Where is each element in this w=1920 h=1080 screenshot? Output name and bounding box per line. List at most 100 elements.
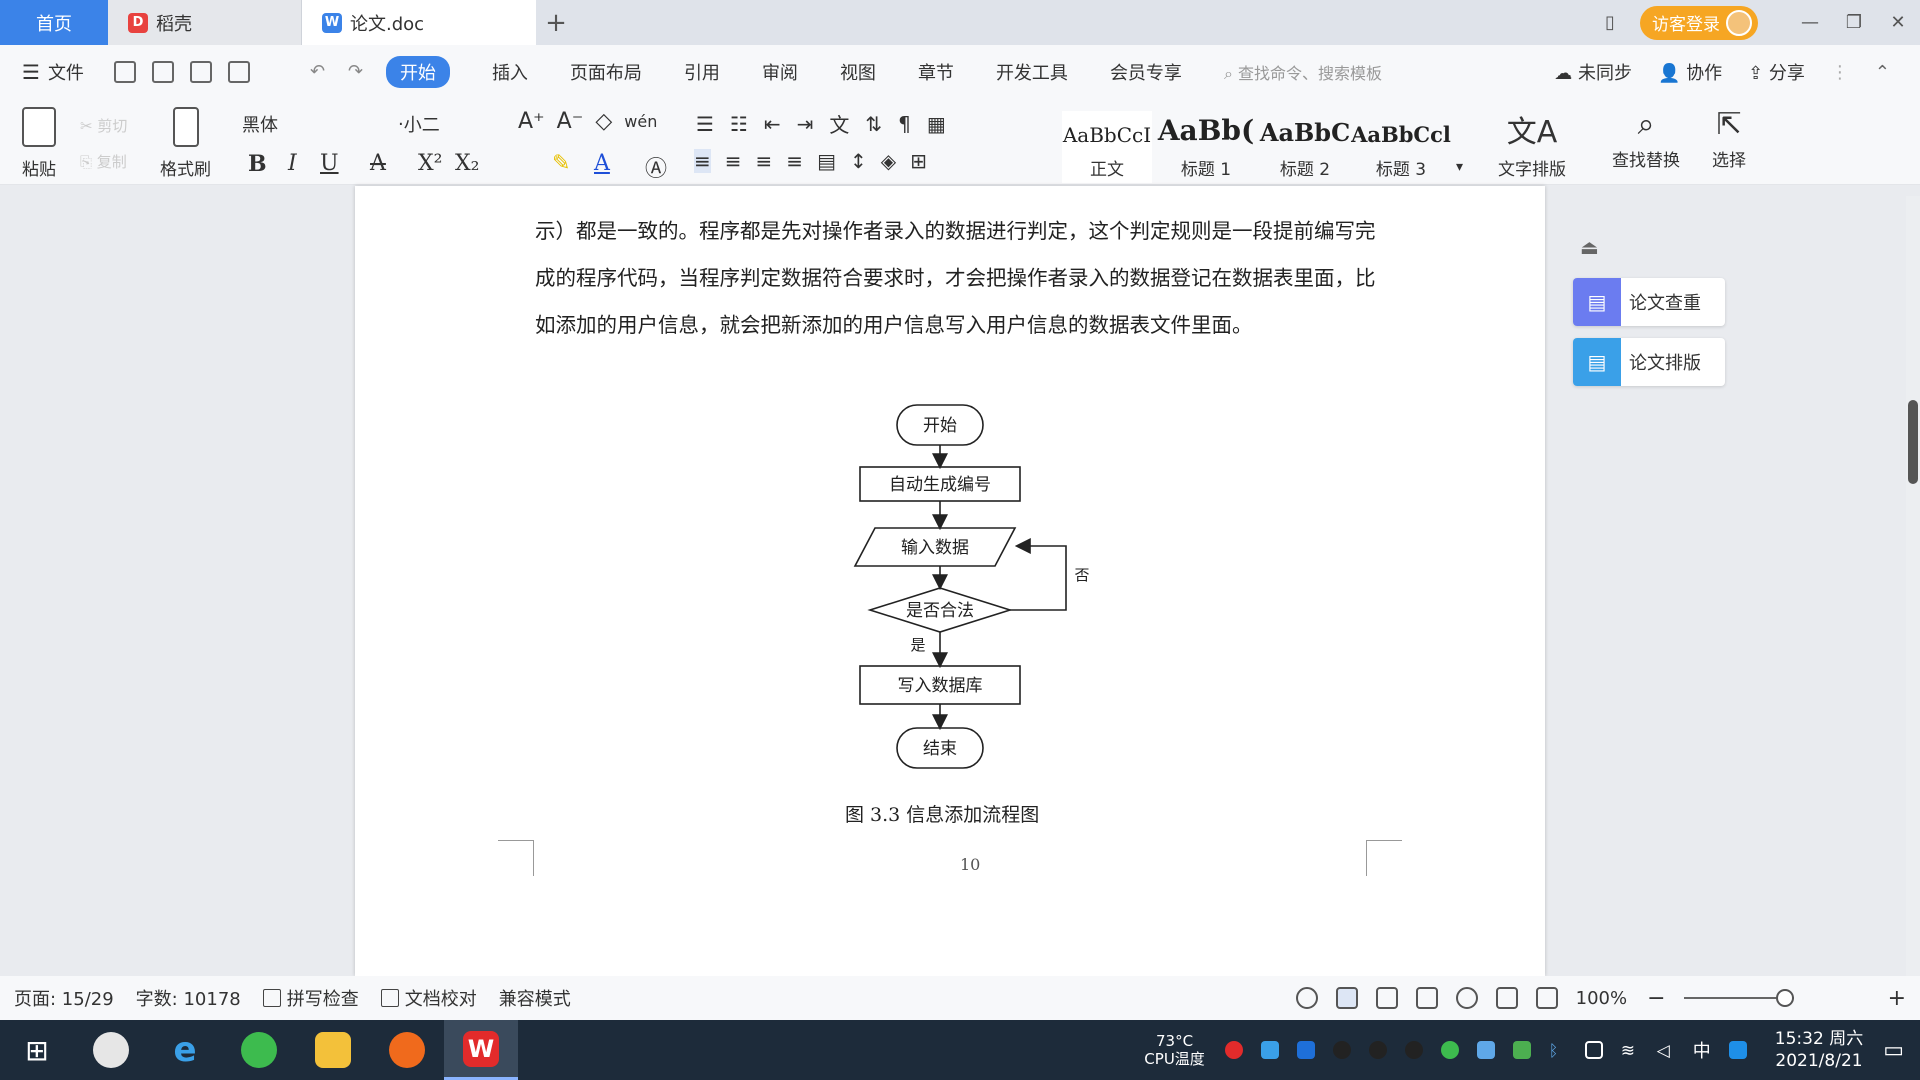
menu-insert[interactable]: 插入 — [492, 59, 528, 85]
sync-status[interactable]: ☁ 未同步 — [1554, 59, 1632, 85]
redo-icon[interactable]: ↷ — [348, 61, 370, 83]
write-mode-icon[interactable] — [1495, 987, 1518, 1009]
print-preview-icon[interactable] — [227, 61, 250, 83]
clear-format-icon[interactable]: ◇ — [595, 109, 612, 134]
char-border-icon[interactable]: Ⓐ — [645, 151, 667, 183]
show-marks-icon[interactable]: ¶ — [898, 112, 911, 136]
taskbar-app-media[interactable] — [370, 1020, 444, 1080]
decrease-indent-icon[interactable]: ⇤ — [764, 112, 781, 136]
find-replace-button[interactable]: ⌕ 查找替换 — [1612, 107, 1680, 171]
tab-document[interactable]: W 论文.doc — [302, 0, 536, 45]
export-pdf-icon[interactable] — [151, 61, 174, 83]
word-count[interactable]: 字数: 10178 — [136, 985, 241, 1011]
tray-shield-icon[interactable] — [1296, 1041, 1315, 1059]
distribute-icon[interactable]: ▤ — [817, 149, 836, 173]
strikethrough-icon[interactable]: A — [370, 151, 386, 176]
style-heading-3[interactable]: AaBbCcl 标题 3 — [1351, 111, 1451, 183]
tab-daoke[interactable]: D 稻壳 — [108, 0, 302, 45]
increase-indent-icon[interactable]: ⇥ — [797, 112, 814, 136]
menu-view[interactable]: 视图 — [840, 59, 876, 85]
line-spacing-icon[interactable]: ↕ — [850, 149, 867, 173]
taskbar-app-explorer[interactable] — [296, 1020, 370, 1080]
format-painter-button[interactable]: 格式刷 — [160, 107, 211, 180]
menu-chapter[interactable]: 章节 — [918, 59, 954, 85]
undo-icon[interactable]: ↶ — [310, 61, 332, 83]
bullet-list-icon[interactable]: ☰ — [696, 112, 714, 136]
tray-app-icon[interactable] — [1224, 1041, 1243, 1059]
command-search[interactable]: ⌕ 查找命令、搜索模板 — [1224, 60, 1382, 84]
styles-more-icon[interactable]: ▾ — [1456, 159, 1463, 175]
reading-view-icon[interactable] — [1415, 987, 1438, 1009]
notification-icon[interactable]: ▭ — [1883, 1038, 1904, 1063]
scrollbar-thumb[interactable] — [1908, 400, 1918, 484]
spell-check-toggle[interactable]: 拼写检查 — [262, 985, 359, 1011]
highlight-icon[interactable]: ✎ — [552, 151, 570, 176]
copy-button[interactable]: ⎘ 复制 — [80, 151, 127, 172]
guest-login-button[interactable]: 访客登录 — [1640, 5, 1758, 40]
menu-review[interactable]: 审阅 — [762, 59, 798, 85]
zoom-slider[interactable] — [1683, 989, 1794, 1007]
taskbar-app-wps[interactable]: W — [444, 1020, 518, 1080]
zoom-out-icon[interactable]: − — [1647, 986, 1665, 1011]
share-button[interactable]: ⇪ 分享 — [1748, 59, 1805, 85]
menu-page-layout[interactable]: 页面布局 — [570, 59, 642, 85]
new-tab-button[interactable]: + — [536, 0, 576, 45]
shading-icon[interactable]: ◈ — [881, 149, 896, 173]
panel-collapse-icon[interactable]: ⏏ — [1580, 235, 1599, 259]
align-right-icon[interactable]: ≡ — [756, 149, 773, 173]
taskbar-app-ie[interactable]: e — [148, 1020, 222, 1080]
shrink-font-icon[interactable]: A⁻ — [557, 109, 584, 134]
web-view-icon[interactable] — [1455, 987, 1478, 1009]
layout-toggle-icon[interactable]: ▯ — [1588, 0, 1632, 45]
cpu-temp[interactable]: 73°C CPU温度 — [1144, 1032, 1205, 1068]
tray-qq-icon[interactable] — [1332, 1041, 1351, 1059]
vertical-scrollbar[interactable] — [1906, 196, 1920, 976]
underline-icon[interactable]: U — [320, 151, 339, 176]
zoom-level[interactable]: 100% — [1576, 988, 1627, 1009]
print-icon[interactable] — [189, 61, 212, 83]
zoom-in-icon[interactable]: + — [1888, 986, 1906, 1011]
font-size-select[interactable]: · 小二 — [398, 111, 440, 137]
tray-qq-icon-3[interactable] — [1404, 1041, 1423, 1059]
align-center-icon[interactable]: ≡ — [725, 149, 742, 173]
clock[interactable]: 15:32 周六 2021/8/21 — [1775, 1028, 1863, 1072]
style-heading-1[interactable]: AaBb( 标题 1 — [1158, 111, 1254, 183]
align-left-icon[interactable]: ≡ — [694, 149, 711, 173]
fit-page-icon[interactable] — [1535, 987, 1558, 1009]
tray-gpu-icon[interactable] — [1512, 1041, 1531, 1059]
tab-home[interactable]: 首页 — [0, 0, 108, 45]
tray-search-icon[interactable] — [1728, 1041, 1747, 1059]
restore-button[interactable]: ❐ — [1832, 0, 1876, 45]
paste-button[interactable]: 粘贴 — [22, 107, 56, 180]
bold-icon[interactable]: B — [248, 151, 267, 177]
style-normal[interactable]: AaBbCcI 正文 — [1062, 111, 1152, 183]
ime-indicator[interactable]: 中 — [1693, 1037, 1711, 1063]
doc-proof-toggle[interactable]: 文档校对 — [380, 985, 477, 1011]
page-view-icon[interactable] — [1335, 987, 1358, 1009]
cut-button[interactable]: ✂ 剪切 — [80, 115, 127, 136]
collapse-ribbon-icon[interactable]: ⌃ — [1875, 62, 1890, 83]
sort-icon[interactable]: ⇅ — [865, 112, 882, 136]
start-button[interactable]: ⊞ — [0, 1020, 74, 1080]
taskbar-app-browser[interactable] — [222, 1020, 296, 1080]
volume-icon[interactable]: ◁ — [1657, 1041, 1675, 1061]
italic-icon[interactable]: I — [288, 151, 297, 176]
tray-green-icon[interactable] — [1440, 1041, 1459, 1059]
style-heading-2[interactable]: AaBbC 标题 2 — [1258, 111, 1352, 183]
superscript-icon[interactable]: X² — [418, 151, 442, 176]
font-name-select[interactable]: 黑体 — [242, 111, 278, 137]
font-color-icon[interactable]: A — [594, 151, 610, 176]
justify-icon[interactable]: ≡ — [786, 149, 803, 173]
numbered-list-icon[interactable]: ☷ — [730, 112, 748, 136]
menu-references[interactable]: 引用 — [684, 59, 720, 85]
zoom-slider-knob[interactable] — [1775, 989, 1794, 1007]
chinese-layout-icon[interactable]: 文 — [829, 109, 849, 138]
file-menu[interactable]: ☰ 文件 — [22, 59, 84, 85]
grow-font-icon[interactable]: A⁺ — [518, 109, 545, 134]
menu-start[interactable]: 开始 — [385, 56, 450, 88]
more-icon[interactable]: ⋮ — [1831, 62, 1849, 83]
borders-icon[interactable]: ⊞ — [910, 149, 927, 173]
taskbar-app-pinwheel[interactable] — [74, 1020, 148, 1080]
menu-member[interactable]: 会员专享 — [1110, 59, 1182, 85]
tray-qq-icon-2[interactable] — [1368, 1041, 1387, 1059]
